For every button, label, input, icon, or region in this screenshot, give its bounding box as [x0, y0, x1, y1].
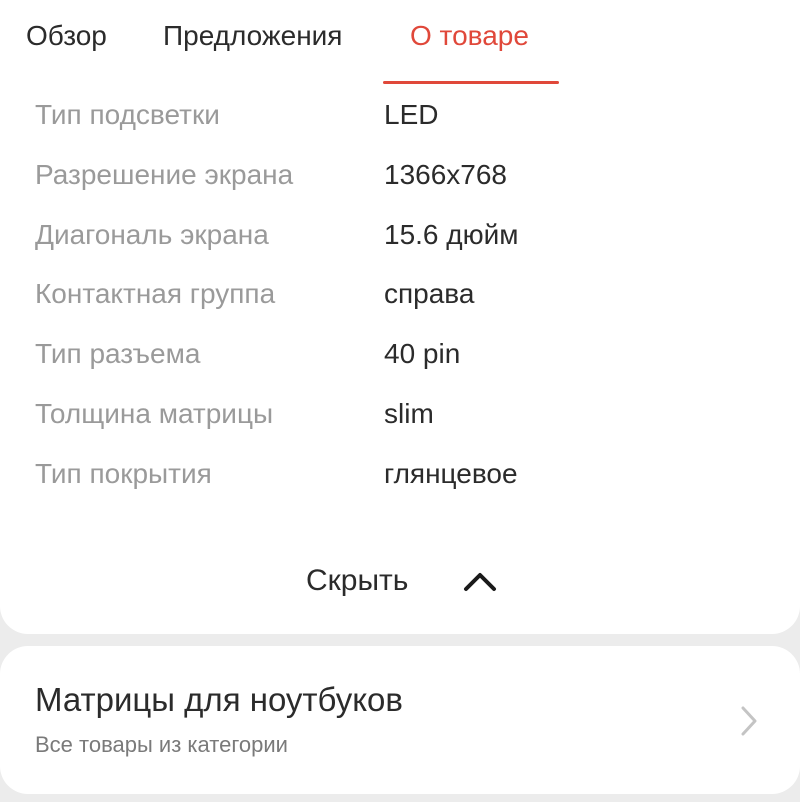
spec-row: Тип подсветки LED	[0, 95, 800, 135]
spec-value: 40 pin	[384, 338, 461, 369]
spec-row: Контактная группа справа	[0, 274, 800, 314]
spec-label: Разрешение экрана	[35, 159, 294, 190]
spec-row: Тип разъема 40 pin	[0, 334, 800, 374]
spec-label: Толщина матрицы	[35, 398, 274, 429]
spec-value: справа	[384, 278, 475, 309]
spec-row: Тип покрытия глянцевое	[0, 454, 800, 494]
collapse-label: Скрыть	[306, 564, 409, 597]
tab-about-product[interactable]: О товаре	[410, 18, 529, 54]
spec-row: Разрешение экрана 1366x768	[0, 155, 800, 195]
chevron-up-icon	[464, 573, 496, 591]
spec-label: Тип разъема	[35, 338, 201, 369]
tab-overview[interactable]: Обзор	[26, 18, 107, 54]
product-info-card: Обзор Предложения О товаре Тип подсветки…	[0, 0, 800, 634]
spec-value: LED	[384, 99, 439, 130]
spec-value: 1366x768	[384, 159, 508, 190]
spec-label: Тип покрытия	[35, 458, 212, 489]
chevron-right-icon	[741, 706, 757, 736]
spec-label: Диагональ экрана	[35, 219, 269, 250]
spec-value: глянцевое	[384, 458, 518, 489]
category-title: Матрицы для ноутбуков	[35, 681, 403, 718]
tab-offers[interactable]: Предложения	[163, 18, 342, 54]
category-subtitle: Все товары из категории	[35, 732, 288, 757]
spec-label: Контактная группа	[35, 278, 276, 309]
spec-label: Тип подсветки	[35, 99, 220, 130]
category-link-card[interactable]: Матрицы для ноутбуков Все товары из кате…	[0, 646, 800, 794]
tab-bar: Обзор Предложения О товаре	[0, 0, 800, 86]
spec-row: Толщина матрицы slim	[0, 394, 800, 434]
spec-value: slim	[384, 398, 434, 429]
spec-row: Диагональ экрана 15.6 дюйм	[0, 215, 800, 255]
spec-value: 15.6 дюйм	[384, 219, 519, 250]
collapse-specs-button[interactable]: Скрыть	[290, 558, 520, 604]
active-tab-indicator	[383, 81, 559, 84]
